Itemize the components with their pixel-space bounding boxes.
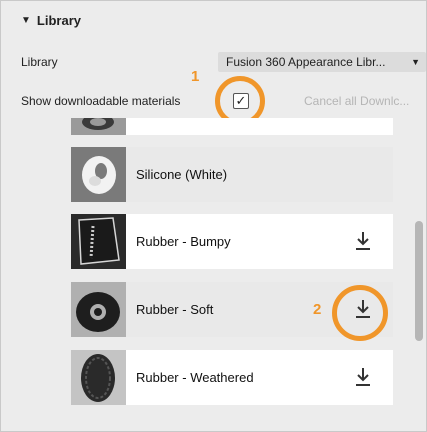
list-item[interactable]: Silicone (White) — [71, 147, 393, 202]
material-name: Rubber - Soft — [136, 302, 214, 317]
cancel-all-downloads-button[interactable]: Cancel all Downlc... — [304, 94, 409, 108]
download-icon[interactable] — [355, 231, 371, 251]
library-panel: ▼ Library Library Fusion 360 Appearance … — [0, 0, 427, 432]
callout-number-2: 2 — [313, 301, 322, 318]
list-item[interactable]: Rubber - Weathered — [71, 350, 393, 405]
download-icon[interactable] — [355, 367, 371, 387]
material-thumbnail — [71, 282, 126, 337]
material-name: Silicone (White) — [136, 167, 228, 182]
material-thumbnail — [71, 118, 126, 135]
list-item[interactable]: Rubber - Bumpy — [71, 214, 393, 269]
section-title: Library — [36, 13, 81, 28]
list-item[interactable] — [71, 118, 393, 135]
library-dropdown[interactable]: Fusion 360 Appearance Libr... ▼ — [218, 52, 426, 72]
material-name: Rubber - Bumpy — [136, 234, 231, 249]
material-thumbnail — [71, 350, 126, 405]
material-name: Rubber - Weathered — [136, 370, 254, 385]
dropdown-arrow-icon: ▼ — [411, 57, 420, 67]
library-section-header[interactable]: ▼ Library — [21, 13, 81, 28]
callout-number-1: 1 — [191, 68, 200, 85]
material-thumbnail — [71, 214, 126, 269]
material-list: Silicone (White) Rubber - Bumpy Rubber -… — [71, 118, 393, 418]
library-label: Library — [21, 55, 58, 69]
show-downloadable-label: Show downloadable materials — [21, 94, 181, 108]
list-scrollbar[interactable] — [415, 221, 423, 341]
material-thumbnail — [71, 147, 126, 202]
collapse-triangle-icon[interactable]: ▼ — [21, 15, 31, 26]
library-dropdown-value: Fusion 360 Appearance Libr... — [226, 55, 386, 69]
callout-ring-2 — [332, 285, 388, 341]
